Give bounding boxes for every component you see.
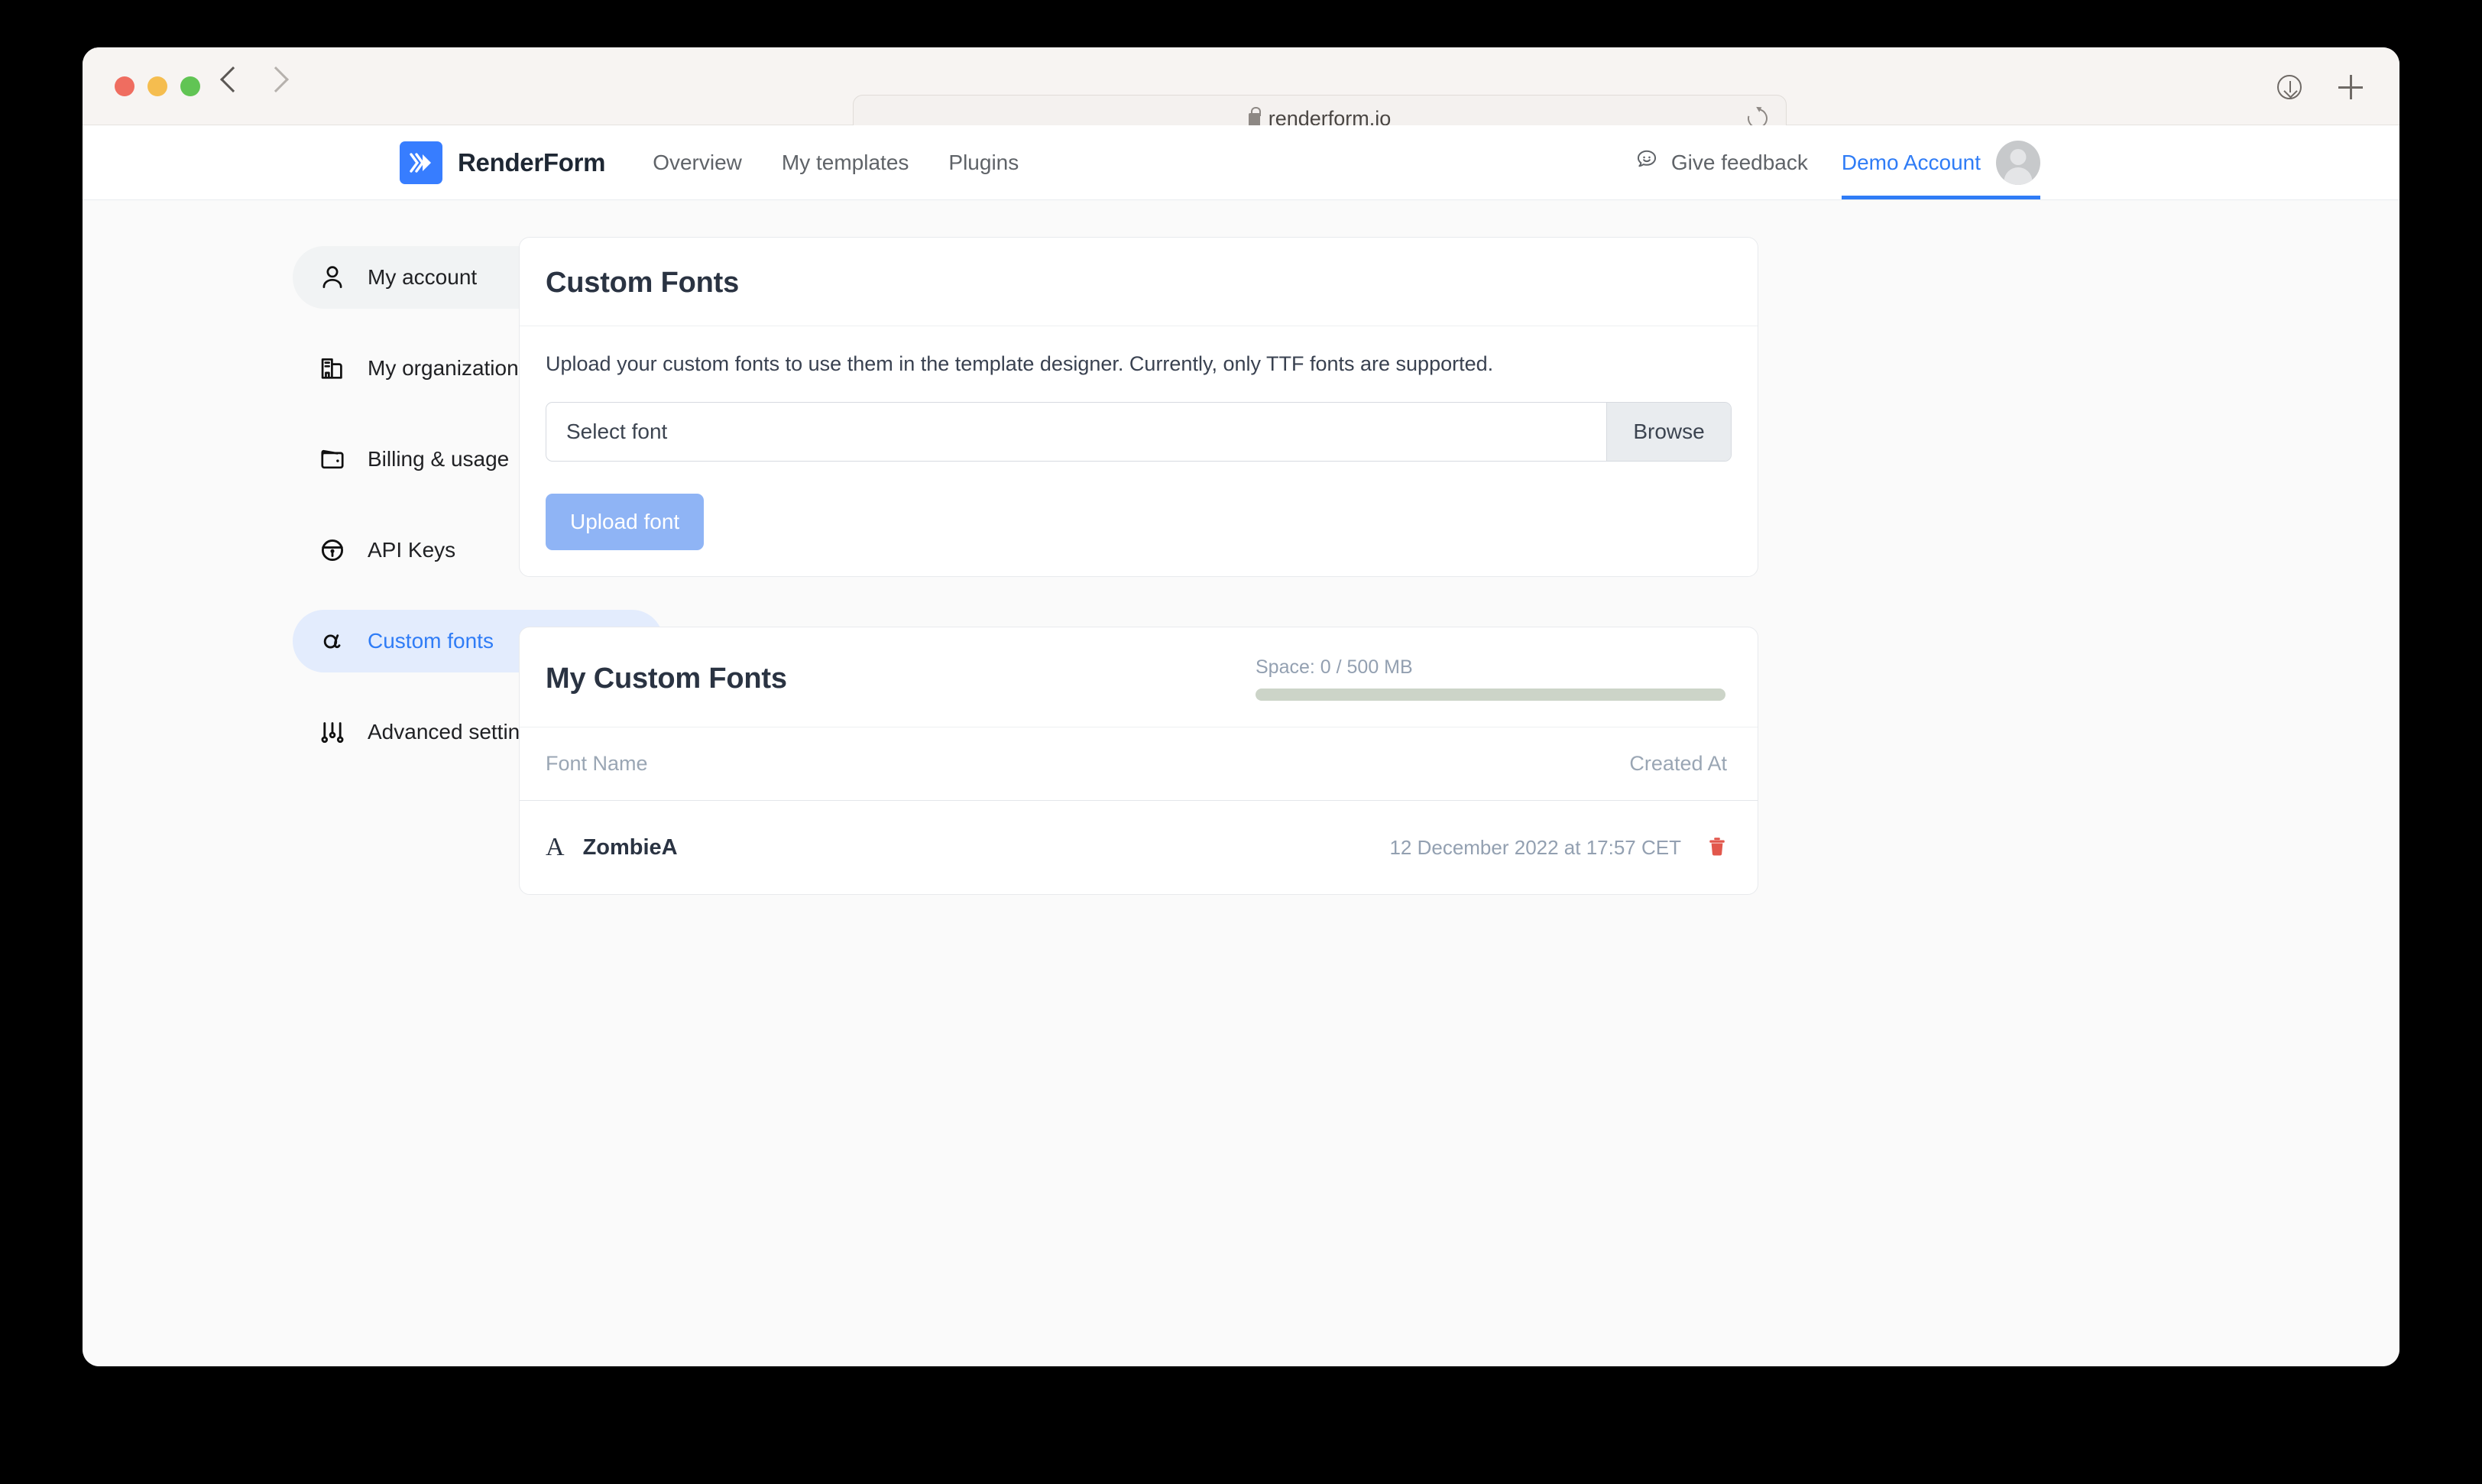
maximize-window-button[interactable] xyxy=(180,76,200,96)
sliders-icon xyxy=(317,717,348,747)
active-tab-indicator xyxy=(1841,196,2040,199)
file-placeholder-text: Select font xyxy=(566,420,668,443)
trash-icon xyxy=(1706,835,1729,860)
sidebar-item-label: Custom fonts xyxy=(368,629,494,653)
plus-icon[interactable] xyxy=(2338,75,2363,99)
page-title: Custom Fonts xyxy=(546,267,740,299)
forward-chevron-icon[interactable] xyxy=(263,66,289,92)
page-body: My account My organization Billing & usa… xyxy=(83,200,2399,1366)
sidebar-item-label: Advanced settings xyxy=(368,720,543,744)
nav-item-overview[interactable]: Overview xyxy=(653,151,742,175)
account-name: Demo Account xyxy=(1841,150,1981,174)
main-nav: Overview My templates Plugins xyxy=(653,151,1019,175)
browser-titlebar: renderform.io xyxy=(83,47,2399,142)
alpha-icon xyxy=(317,626,348,656)
fonts-card-header: My Custom Fonts Space: 0 / 500 MB xyxy=(520,627,1758,727)
fonts-card-title: My Custom Fonts xyxy=(546,662,787,695)
brand[interactable]: RenderForm xyxy=(400,141,606,184)
building-icon xyxy=(317,353,348,384)
downloads-icon[interactable] xyxy=(2277,75,2302,99)
header-right: Give feedback Demo Account xyxy=(1635,125,2040,199)
column-created-at: Created At xyxy=(1629,752,1727,775)
font-name-cell: A ZombieA xyxy=(546,833,678,862)
custom-fonts-upload-card: Custom Fonts Upload your custom fonts to… xyxy=(519,237,1758,577)
sidebar-item-label: My account xyxy=(368,265,478,289)
wallet-icon xyxy=(317,444,348,475)
card-body: Upload your custom fonts to use them in … xyxy=(520,326,1758,576)
browser-window: renderform.io RenderForm Overview My tem… xyxy=(83,47,2399,1366)
sidebar-item-label: My organization xyxy=(368,356,519,380)
browse-button[interactable]: Browse xyxy=(1606,403,1731,461)
sidebar-item-label: API Keys xyxy=(368,538,456,562)
storage-label: Space: 0 / 500 MB xyxy=(1256,656,1413,678)
delete-font-button[interactable] xyxy=(1703,832,1732,864)
storage-progress-track xyxy=(1256,689,1725,701)
browser-toolbar-right xyxy=(2277,75,2363,99)
settings-sidebar: My account My organization Billing & usa… xyxy=(83,200,663,1366)
storage-meter: Space: 0 / 500 MB xyxy=(1256,656,1725,701)
sidebar-item-label: Billing & usage xyxy=(368,447,510,471)
upload-font-button[interactable]: Upload font xyxy=(546,494,705,550)
brand-name: RenderForm xyxy=(458,147,606,177)
font-name: ZombieA xyxy=(582,834,678,860)
column-font-name: Font Name xyxy=(546,752,648,775)
font-file-input[interactable]: Select font Browse xyxy=(546,402,1732,462)
fonts-table-header: Font Name Created At xyxy=(520,727,1758,801)
close-window-button[interactable] xyxy=(115,76,134,96)
app-header: RenderForm Overview My templates Plugins… xyxy=(83,125,2399,200)
minimize-window-button[interactable] xyxy=(147,76,167,96)
chat-smiley-icon xyxy=(1635,147,1659,177)
give-feedback-label: Give feedback xyxy=(1670,150,1808,174)
back-chevron-icon[interactable] xyxy=(220,66,246,92)
card-header: Custom Fonts xyxy=(520,238,1758,326)
avatar xyxy=(1996,140,2040,185)
give-feedback-button[interactable]: Give feedback xyxy=(1635,147,1808,177)
person-icon xyxy=(317,262,348,293)
account-menu[interactable]: Demo Account xyxy=(1841,125,2040,199)
upload-description: Upload your custom fonts to use them in … xyxy=(546,352,1494,375)
nav-item-plugins[interactable]: Plugins xyxy=(948,151,1019,175)
nav-item-my-templates[interactable]: My templates xyxy=(782,151,909,175)
my-custom-fonts-card: My Custom Fonts Space: 0 / 500 MB Font N… xyxy=(519,627,1758,895)
created-at-value: 12 December 2022 at 17:57 CET xyxy=(1389,835,1681,859)
row-meta: 12 December 2022 at 17:57 CET xyxy=(1389,832,1732,864)
font-glyph-icon: A xyxy=(546,833,565,861)
lock-icon xyxy=(317,535,348,565)
browser-navigation xyxy=(220,66,289,92)
window-controls xyxy=(115,76,200,96)
table-row[interactable]: A ZombieA 12 December 2022 at 17:57 CET xyxy=(520,801,1758,894)
settings-content: Custom Fonts Upload your custom fonts to… xyxy=(519,200,1758,1366)
renderform-logo-icon xyxy=(400,141,442,184)
